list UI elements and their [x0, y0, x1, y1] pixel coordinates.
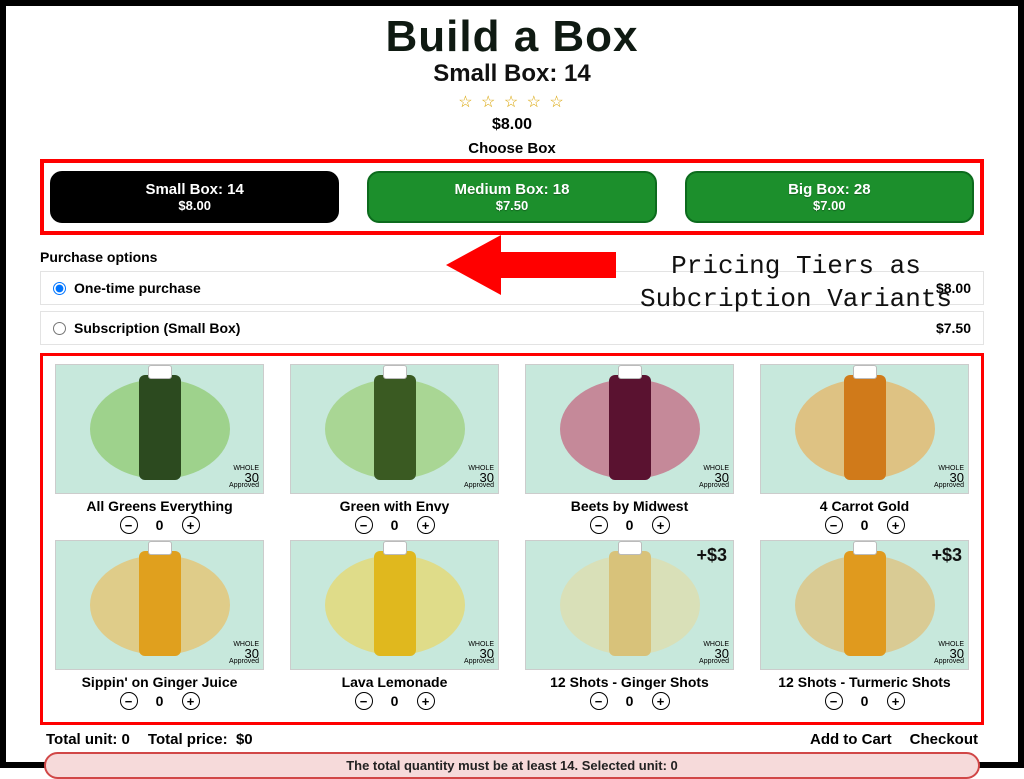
quantity-alert: The total quantity must be at least 14. … — [44, 752, 980, 779]
product-thumbnail[interactable]: WHOLE30Approved — [55, 540, 264, 670]
quantity-value: 0 — [154, 693, 166, 709]
decrement-button[interactable]: − — [355, 692, 373, 710]
product-thumbnail[interactable]: +$3 WHOLE30Approved — [760, 540, 969, 670]
product-name: All Greens Everything — [55, 498, 264, 514]
cart-footer: Total unit: 0 Total price: $0 Add to Car… — [40, 731, 984, 748]
product-thumbnail[interactable]: WHOLE30Approved — [290, 364, 499, 494]
product-card-2: WHOLE30Approved Beets by Midwest −0 + — [525, 364, 734, 534]
total-price-label: Total price: $0 — [148, 731, 253, 748]
tier-price: $7.00 — [813, 198, 846, 213]
tier-price: $8.00 — [178, 198, 211, 213]
whole30-badge-icon: WHOLE30Approved — [464, 642, 494, 665]
pricing-tier-group: Small Box: 14$8.00 Medium Box: 18$7.50 Big… — [40, 159, 984, 235]
whole30-badge-icon: WHOLE30Approved — [464, 466, 494, 489]
tier-label: Small Box: 14 — [145, 181, 243, 198]
whole30-badge-icon: WHOLE30Approved — [229, 466, 259, 489]
increment-button[interactable]: + — [417, 692, 435, 710]
decrement-button[interactable]: − — [120, 692, 138, 710]
product-card-4: WHOLE30Approved Sippin' on Ginger Juice −0… — [55, 540, 264, 710]
rating-stars: ☆ ☆ ☆ ☆ ☆ — [40, 92, 984, 112]
product-name: Sippin' on Ginger Juice — [55, 674, 264, 690]
increment-button[interactable]: + — [887, 516, 905, 534]
product-grid: WHOLE30ApprovedAll Greens Everything−0+W… — [40, 353, 984, 725]
product-card-5: WHOLE30Approved Lava Lemonade −0 + — [290, 540, 499, 710]
tier-label: Big Box: 28 — [788, 181, 871, 198]
tier-price: $7.50 — [496, 198, 529, 213]
product-thumbnail[interactable]: WHOLE30Approved — [290, 540, 499, 670]
whole30-badge-icon: WHOLE30Approved — [934, 642, 964, 665]
quantity-value: 0 — [154, 517, 166, 533]
increment-button[interactable]: + — [182, 516, 200, 534]
purchase-option-price: $7.50 — [936, 320, 971, 336]
surcharge-badge: +$3 — [696, 545, 727, 566]
product-name: Beets by Midwest — [525, 498, 734, 514]
decrement-button[interactable]: − — [825, 516, 843, 534]
product-name: 12 Shots - Ginger Shots — [525, 674, 734, 690]
surcharge-badge: +$3 — [931, 545, 962, 566]
increment-button[interactable]: + — [417, 516, 435, 534]
quantity-value: 0 — [859, 693, 871, 709]
quantity-value: 0 — [389, 517, 401, 533]
product-card-1: WHOLE30Approved Green with Envy −0 + — [290, 364, 499, 534]
product-name: 4 Carrot Gold — [760, 498, 969, 514]
annotation-text: Pricing Tiers as Subcription Variants — [606, 250, 986, 315]
increment-button[interactable]: + — [887, 692, 905, 710]
purchase-option-radio[interactable] — [53, 322, 66, 335]
quantity-value: 0 — [624, 517, 636, 533]
total-price-value: $0 — [236, 731, 253, 748]
purchase-option-label: Subscription (Small Box) — [74, 320, 240, 336]
product-card-6: +$3 WHOLE30Approved 12 Shots - Ginger Shot… — [525, 540, 734, 710]
decrement-button[interactable]: − — [825, 692, 843, 710]
purchase-option-label: One-time purchase — [74, 280, 201, 296]
checkout-button[interactable]: Checkout — [910, 731, 978, 748]
product-thumbnail[interactable]: WHOLE30Approved — [55, 364, 264, 494]
product-card-0: WHOLE30Approved All Greens Everything −0 + — [55, 364, 264, 534]
add-to-cart-button[interactable]: Add to Cart — [810, 731, 892, 748]
header-price: $8.00 — [40, 116, 984, 134]
pricing-tier-1[interactable]: Medium Box: 18$7.50 — [367, 171, 656, 223]
whole30-badge-icon: WHOLE30Approved — [229, 642, 259, 665]
increment-button[interactable]: + — [652, 516, 670, 534]
choose-box-label: Choose Box — [40, 140, 984, 157]
tier-label: Medium Box: 18 — [454, 181, 569, 198]
pricing-tier-2[interactable]: Big Box: 28$7.00 — [685, 171, 974, 223]
product-card-3: WHOLE30Approved 4 Carrot Gold −0 + — [760, 364, 969, 534]
purchase-option-radio[interactable] — [53, 282, 66, 295]
increment-button[interactable]: + — [182, 692, 200, 710]
purchase-option-1[interactable]: Subscription (Small Box) $7.50 — [40, 311, 984, 345]
page-title: Build a Box — [40, 12, 984, 62]
product-thumbnail[interactable]: WHOLE30Approved — [760, 364, 969, 494]
product-name: Green with Envy — [290, 498, 499, 514]
decrement-button[interactable]: − — [590, 516, 608, 534]
product-card-7: +$3 WHOLE30Approved 12 Shots - Turmeric Sh… — [760, 540, 969, 710]
total-unit-value: 0 — [122, 731, 130, 748]
product-name: 12 Shots - Turmeric Shots — [760, 674, 969, 690]
pricing-tier-0[interactable]: Small Box: 14$8.00 — [50, 171, 339, 223]
total-unit-label: Total unit: 0 — [46, 731, 130, 748]
quantity-value: 0 — [624, 693, 636, 709]
product-name: Lava Lemonade — [290, 674, 499, 690]
quantity-value: 0 — [859, 517, 871, 533]
product-thumbnail[interactable]: +$3 WHOLE30Approved — [525, 540, 734, 670]
page-subtitle: Small Box: 14 — [40, 60, 984, 88]
increment-button[interactable]: + — [652, 692, 670, 710]
whole30-badge-icon: WHOLE30Approved — [699, 466, 729, 489]
quantity-value: 0 — [389, 693, 401, 709]
decrement-button[interactable]: − — [355, 516, 373, 534]
whole30-badge-icon: WHOLE30Approved — [699, 642, 729, 665]
whole30-badge-icon: WHOLE30Approved — [934, 466, 964, 489]
decrement-button[interactable]: − — [120, 516, 138, 534]
decrement-button[interactable]: − — [590, 692, 608, 710]
product-thumbnail[interactable]: WHOLE30Approved — [525, 364, 734, 494]
